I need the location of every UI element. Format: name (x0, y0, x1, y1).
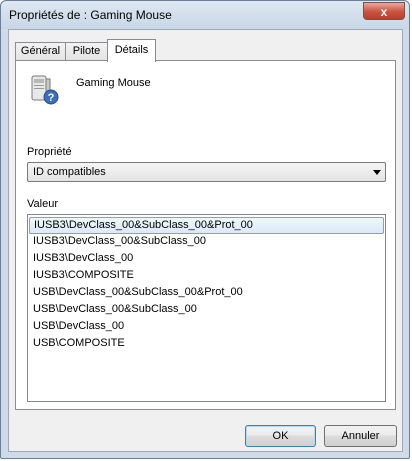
device-name: Gaming Mouse (76, 77, 151, 89)
value-listbox[interactable]: IUSB3\DevClass_00&SubClass_00&Prot_00 IU… (27, 214, 386, 402)
close-icon: x (380, 5, 388, 19)
close-button[interactable]: x (363, 2, 405, 20)
list-item[interactable]: USB\DevClass_00 (29, 319, 384, 336)
list-item[interactable]: USB\COMPOSITE (29, 336, 384, 353)
tab-driver[interactable]: Pilote (65, 42, 108, 61)
list-item[interactable]: IUSB3\COMPOSITE (29, 268, 384, 285)
properties-dialog: Propriétés de : Gaming Mouse x Général P… (0, 0, 410, 459)
list-item[interactable]: USB\DevClass_00&SubClass_00 (29, 302, 384, 319)
list-item[interactable]: IUSB3\DevClass_00 (29, 251, 384, 268)
details-panel: ? Gaming Mouse Propriété ID compatibles … (15, 60, 396, 410)
window-title: Propriétés de : Gaming Mouse (9, 8, 172, 22)
cancel-button[interactable]: Annuler (324, 425, 397, 447)
svg-text:?: ? (48, 92, 55, 104)
list-item[interactable]: IUSB3\DevClass_00&SubClass_00 (29, 234, 384, 251)
dialog-body: Général Pilote Détails ? Gaming Mouse Pr… (8, 29, 403, 452)
value-label: Valeur (27, 198, 58, 210)
ok-button[interactable]: OK (245, 425, 316, 447)
list-item[interactable]: IUSB3\DevClass_00&SubClass_00&Prot_00 (29, 217, 384, 234)
property-label: Propriété (27, 146, 72, 158)
list-item[interactable]: USB\DevClass_00&SubClass_00&Prot_00 (29, 285, 384, 302)
mouse-device-question-icon: ? (31, 75, 59, 105)
chevron-down-icon[interactable] (373, 170, 381, 175)
tab-general[interactable]: Général (15, 42, 66, 61)
property-selected-value: ID compatibles (33, 166, 106, 178)
title-bar[interactable]: Propriétés de : Gaming Mouse x (1, 1, 409, 29)
tab-details[interactable]: Détails (107, 39, 156, 62)
property-dropdown[interactable]: ID compatibles (27, 162, 386, 182)
